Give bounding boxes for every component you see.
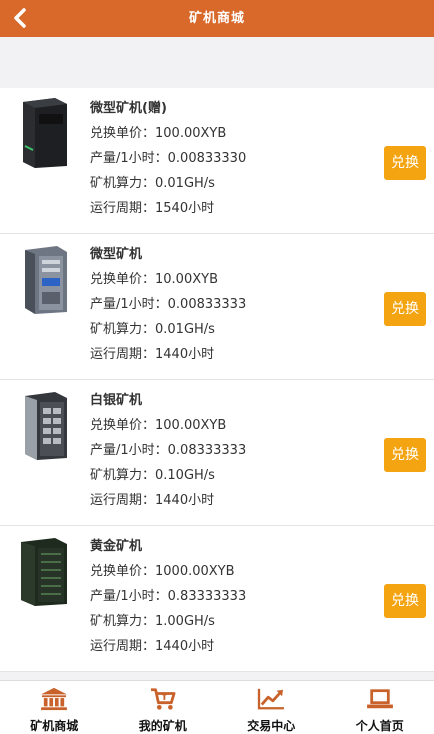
- product-period: 运行周期：1440小时: [90, 639, 215, 654]
- app-header: 矿机商城: [0, 0, 434, 37]
- trend-chart-icon: [258, 688, 285, 710]
- product-price: 兑换单价：100.00XYB: [90, 418, 227, 433]
- bottom-tab-bar: 矿机商城 我的矿机 交易中心 个人首页: [0, 680, 434, 734]
- product-item: 微型矿机(赠) 兑换单价：100.00XYB 产量/1小时：0.00833330…: [0, 88, 434, 234]
- product-list: 微型矿机(赠) 兑换单价：100.00XYB 产量/1小时：0.00833330…: [0, 88, 434, 672]
- product-output: 产量/1小时：0.83333333: [90, 589, 247, 604]
- product-hashrate: 矿机算力：0.10GH/s: [90, 468, 215, 483]
- product-item: 微型矿机 兑换单价：10.00XYB 产量/1小时：0.00833333 矿机算…: [0, 234, 434, 380]
- product-price: 兑换单价：10.00XYB: [90, 272, 218, 287]
- tab-personal-home[interactable]: 个人首页: [326, 681, 434, 734]
- exchange-button[interactable]: 兑换: [384, 292, 426, 326]
- tab-trade-center[interactable]: 交易中心: [217, 681, 326, 734]
- product-hashrate: 矿机算力：1.00GH/s: [90, 614, 215, 629]
- tab-label: 个人首页: [355, 719, 404, 733]
- product-output: 产量/1小时：0.08333333: [90, 443, 247, 458]
- laptop-icon: [366, 689, 393, 709]
- bank-icon: [41, 687, 68, 711]
- product-price: 兑换单价：100.00XYB: [90, 126, 227, 141]
- miner-image: [25, 392, 67, 460]
- product-name: 微型矿机: [90, 247, 143, 262]
- product-name: 白银矿机: [90, 393, 143, 408]
- product-period: 运行周期：1440小时: [90, 493, 215, 508]
- product-period: 运行周期：1440小时: [90, 347, 215, 362]
- product-hashrate: 矿机算力：0.01GH/s: [90, 322, 215, 337]
- product-name: 黄金矿机: [90, 539, 143, 554]
- product-hashrate: 矿机算力：0.01GH/s: [90, 176, 215, 191]
- page-title: 矿机商城: [188, 11, 245, 26]
- product-item: 白银矿机 兑换单价：100.00XYB 产量/1小时：0.08333333 矿机…: [0, 380, 434, 526]
- miner-image: [25, 246, 67, 314]
- product-name: 微型矿机(赠): [90, 101, 167, 116]
- exchange-button[interactable]: 兑换: [384, 146, 426, 180]
- exchange-button[interactable]: 兑换: [384, 438, 426, 472]
- product-period: 运行周期：1540小时: [90, 201, 215, 216]
- product-output: 产量/1小时：0.00833333: [90, 297, 247, 312]
- product-price: 兑换单价：1000.00XYB: [90, 564, 235, 579]
- exchange-button[interactable]: 兑换: [384, 584, 426, 618]
- product-output: 产量/1小时：0.00833330: [90, 151, 247, 166]
- product-item: 黄金矿机 兑换单价：1000.00XYB 产量/1小时：0.83333333 矿…: [0, 526, 434, 672]
- miner-image: [23, 98, 67, 168]
- cart-icon: [150, 688, 176, 710]
- miner-image: [21, 538, 67, 606]
- tab-label: 交易中心: [247, 719, 296, 733]
- tab-label: 矿机商城: [30, 719, 79, 733]
- tab-miner-store[interactable]: 矿机商城: [0, 681, 109, 734]
- tab-my-miners[interactable]: 我的矿机: [109, 681, 218, 734]
- tab-label: 我的矿机: [138, 719, 187, 733]
